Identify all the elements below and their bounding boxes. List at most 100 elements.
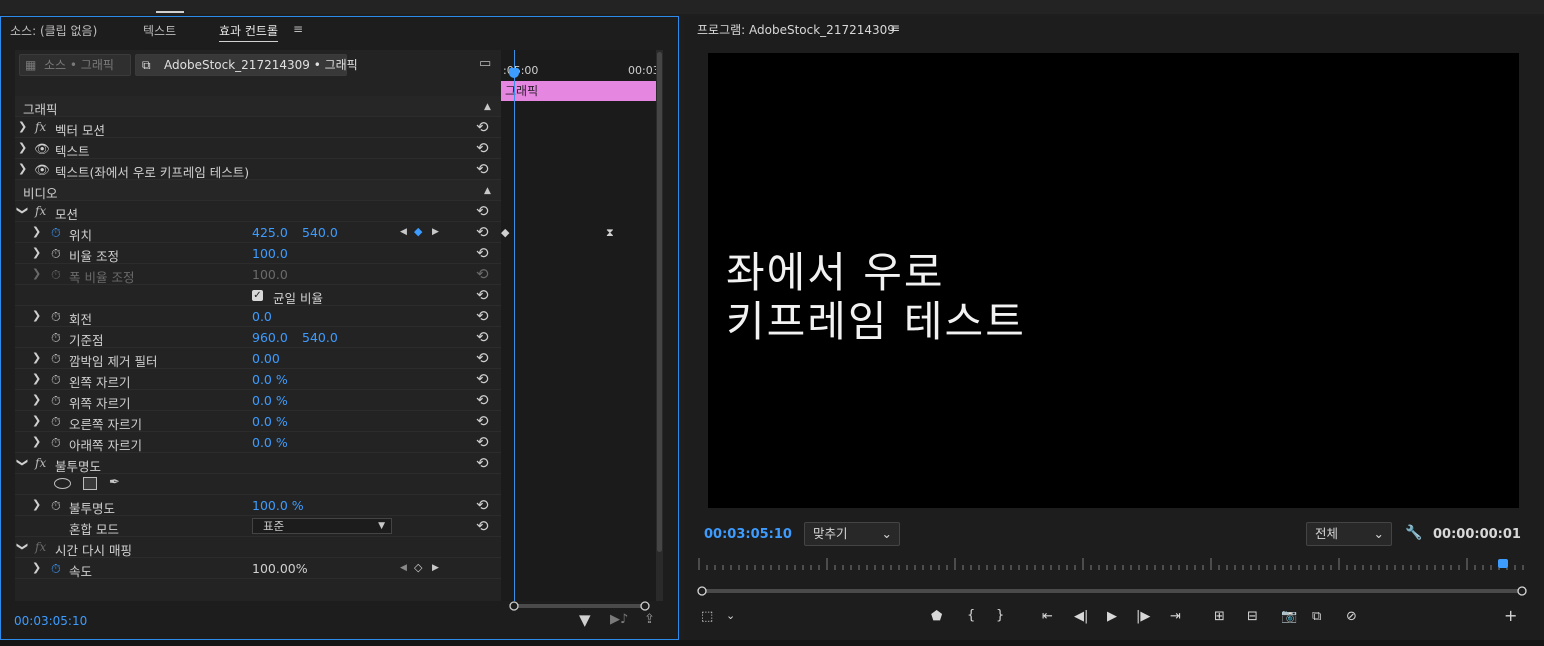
export-icon[interactable]: ⇪	[644, 612, 655, 627]
go-to-out-icon[interactable]: ⇥	[1170, 609, 1181, 624]
chevron-right-icon[interactable]: ❯	[18, 141, 27, 154]
chevron-down-icon[interactable]: ❯	[16, 542, 29, 551]
chevron-right-icon[interactable]: ❯	[32, 351, 41, 364]
playback-resolution-select[interactable]: 전체 ⌄	[1306, 522, 1392, 546]
reset-icon[interactable]: ⟲	[476, 202, 489, 220]
rotation-value[interactable]: 0.0	[252, 309, 272, 324]
stopwatch-icon[interactable]: ⏱	[51, 435, 61, 451]
collapse-arrow-icon[interactable]: ▲	[484, 186, 491, 196]
stopwatch-icon[interactable]: ⏱	[51, 414, 61, 430]
fx-icon[interactable]: fx	[35, 204, 46, 218]
position-x-value[interactable]: 425.0	[252, 225, 288, 240]
chevron-right-icon[interactable]: ❯	[32, 225, 41, 238]
vr-video-icon[interactable]: ⊘	[1346, 609, 1357, 624]
crop-left-value[interactable]: 0.0 %	[252, 372, 288, 387]
out-point-icon[interactable]: ⧗	[606, 226, 614, 240]
timeline-zoom-scrollbar[interactable]	[509, 601, 651, 611]
mark-out-icon[interactable]: }	[996, 608, 1004, 623]
master-clip-button[interactable]: ▦ 소스 • 그래픽	[19, 54, 131, 76]
position-y-value[interactable]: 540.0	[302, 225, 338, 240]
keyframe-icon[interactable]: ◆	[501, 226, 509, 239]
chevron-right-icon[interactable]: ❯	[32, 393, 41, 406]
add-button-icon[interactable]: +	[1504, 606, 1517, 625]
reset-icon[interactable]: ⟲	[476, 412, 489, 430]
anchor-y-value[interactable]: 540.0	[302, 330, 338, 345]
stopwatch-icon[interactable]: ⏱	[51, 561, 61, 577]
reset-icon[interactable]: ⟲	[476, 139, 489, 157]
stopwatch-icon[interactable]: ⏱	[51, 330, 61, 346]
timeline-clip-bar[interactable]: 그래픽	[501, 81, 656, 101]
scale-value[interactable]: 100.0	[252, 246, 288, 261]
opacity-value[interactable]: 100.0 %	[252, 498, 304, 513]
add-keyframe-icon[interactable]: ◆	[414, 225, 422, 238]
chevron-right-icon[interactable]: ❯	[32, 498, 41, 511]
blend-mode-select[interactable]: 표준 ▼	[252, 518, 392, 534]
play-audio-icon[interactable]: ▶♪	[610, 612, 628, 627]
time-ruler[interactable]	[697, 556, 1527, 572]
program-menu-icon[interactable]: ≡	[890, 21, 900, 35]
play-icon[interactable]: ▶	[1107, 609, 1117, 624]
rectangle-mask-icon[interactable]	[83, 477, 97, 490]
stopwatch-icon[interactable]: ⏱	[51, 498, 61, 514]
next-keyframe-icon[interactable]: ▶	[432, 227, 439, 237]
toggle-timeline-icon[interactable]: ▭	[479, 56, 491, 71]
prev-keyframe-icon[interactable]: ◀	[400, 563, 407, 573]
chevron-right-icon[interactable]: ❯	[32, 414, 41, 427]
tab-source[interactable]: 소스: (클립 없음)	[10, 22, 97, 39]
program-zoom-scrollbar[interactable]	[697, 586, 1527, 596]
go-to-in-icon[interactable]: ⇤	[1042, 609, 1053, 624]
ellipse-mask-icon[interactable]	[54, 478, 71, 489]
reset-icon[interactable]: ⟲	[476, 307, 489, 325]
reset-icon[interactable]: ⟲	[476, 349, 489, 367]
crop-right-value[interactable]: 0.0 %	[252, 414, 288, 429]
chevron-right-icon[interactable]: ❯	[32, 561, 41, 574]
stopwatch-icon[interactable]: ⏱	[51, 309, 61, 325]
program-video-frame[interactable]: 좌에서 우로 키프레임 테스트	[708, 53, 1519, 508]
reset-icon[interactable]: ⟲	[476, 223, 489, 241]
reset-icon[interactable]: ⟲	[476, 118, 489, 136]
reset-icon[interactable]: ⟲	[476, 370, 489, 388]
program-monitor-title[interactable]: 프로그램: AdobeStock_217214309	[697, 21, 895, 38]
reset-icon[interactable]: ⟲	[476, 454, 489, 472]
tab-text[interactable]: 텍스트	[143, 22, 176, 39]
playhead-timecode[interactable]: 00:03:05:10	[704, 527, 792, 542]
filter-icon[interactable]: ▼	[579, 611, 591, 629]
anchor-x-value[interactable]: 960.0	[252, 330, 288, 345]
eye-icon[interactable]: 👁	[34, 162, 50, 178]
step-forward-icon[interactable]: |▶	[1136, 609, 1150, 624]
reset-icon[interactable]: ⟲	[476, 517, 489, 535]
chevron-right-icon[interactable]: ❯	[32, 435, 41, 448]
effect-timecode[interactable]: 00:03:05:10	[14, 614, 87, 628]
reset-icon[interactable]: ⟲	[476, 496, 489, 514]
crop-bottom-value[interactable]: 0.0 %	[252, 435, 288, 450]
clip-instance-button[interactable]: ⧉ AdobeStock_217214309 • 그래픽	[135, 54, 358, 76]
insert-icon[interactable]: ⊞	[1214, 609, 1225, 624]
chevron-right-icon[interactable]: ❯	[32, 372, 41, 385]
reset-icon[interactable]: ⟲	[476, 244, 489, 262]
playhead-handle[interactable]	[509, 68, 519, 78]
add-keyframe-icon[interactable]: ◇	[414, 561, 422, 574]
eye-icon[interactable]: 👁	[34, 141, 50, 157]
stopwatch-icon[interactable]: ⏱	[51, 246, 61, 262]
camera-icon[interactable]: 📷	[1281, 609, 1297, 624]
chevron-right-icon[interactable]: ❯	[18, 120, 27, 133]
chevron-down-icon[interactable]: ❯	[16, 458, 29, 467]
speed-value[interactable]: 100.00%	[252, 561, 308, 576]
next-keyframe-icon[interactable]: ▶	[432, 563, 439, 573]
fx-icon[interactable]: fx	[35, 120, 46, 134]
comparison-view-icon[interactable]: ⧉	[1312, 609, 1321, 624]
pen-mask-icon[interactable]: ✒	[109, 475, 120, 490]
reset-icon[interactable]: ⟲	[476, 433, 489, 451]
stopwatch-icon[interactable]: ⏱	[51, 393, 61, 409]
stopwatch-icon[interactable]: ⏱	[51, 372, 61, 388]
chevron-down-icon[interactable]: ❯	[16, 206, 29, 215]
reset-icon[interactable]: ⟲	[476, 391, 489, 409]
flicker-value[interactable]: 0.00	[252, 351, 280, 366]
step-back-icon[interactable]: ◀|	[1074, 609, 1088, 624]
chevron-right-icon[interactable]: ❯	[18, 162, 27, 175]
stopwatch-icon[interactable]: ⏱	[51, 351, 61, 367]
chevron-right-icon[interactable]: ❯	[32, 246, 41, 259]
wrench-icon[interactable]: 🔧	[1405, 525, 1422, 541]
prev-keyframe-icon[interactable]: ◀	[400, 227, 407, 237]
fx-icon[interactable]: fx	[35, 456, 46, 470]
